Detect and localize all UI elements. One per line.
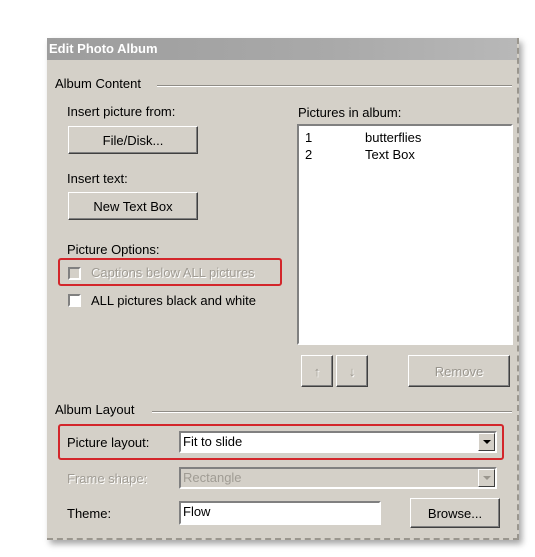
captions-highlight-box [58, 258, 282, 286]
frame-shape-label: Frame shape: [67, 471, 148, 486]
frame-shape-value: Rectangle [183, 470, 242, 485]
pictures-list[interactable]: 1 butterflies 2 Text Box [297, 124, 513, 345]
theme-value: Flow [183, 504, 211, 519]
file-disk-button[interactable]: File/Disk... [68, 126, 198, 154]
new-text-box-button[interactable]: New Text Box [68, 192, 198, 220]
list-item[interactable]: 1 butterflies [305, 130, 421, 145]
chevron-down-icon [482, 476, 491, 480]
pictures-in-album-label: Pictures in album: [298, 105, 402, 120]
arrow-up-icon: ↑ [313, 363, 321, 379]
album-layout-group-label: Album Layout [55, 402, 135, 417]
frame-shape-dropdown-button[interactable] [478, 469, 495, 487]
insert-picture-label: Insert picture from: [67, 104, 176, 119]
list-item-name: Text Box [365, 147, 415, 162]
album-content-divider [157, 85, 512, 87]
album-content-group-label: Album Content [55, 76, 141, 91]
album-layout-divider [152, 411, 512, 413]
picture-options-label: Picture Options: [67, 242, 160, 257]
arrow-down-icon: ↓ [348, 363, 356, 379]
black-white-checkbox[interactable] [68, 294, 81, 307]
picture-layout-highlight-box [58, 424, 504, 460]
black-white-checkbox-label: ALL pictures black and white [91, 293, 257, 308]
remove-button[interactable]: Remove [408, 355, 510, 387]
list-item-number: 1 [305, 130, 313, 145]
list-item-name: butterflies [365, 130, 422, 145]
theme-field[interactable]: Flow [179, 501, 381, 525]
list-item[interactable]: 2 Text Box [305, 147, 415, 162]
theme-label: Theme: [67, 506, 112, 521]
dialog-title: Edit Photo Album [47, 38, 517, 60]
move-down-button[interactable]: ↓ [336, 355, 368, 387]
edit-photo-album-dialog: Edit Photo Album Album Content Insert pi… [47, 38, 519, 540]
frame-shape-select[interactable]: Rectangle [179, 467, 497, 489]
move-up-button[interactable]: ↑ [301, 355, 333, 387]
insert-text-label: Insert text: [67, 171, 128, 186]
browse-button[interactable]: Browse... [410, 498, 500, 528]
list-item-number: 2 [305, 147, 313, 162]
